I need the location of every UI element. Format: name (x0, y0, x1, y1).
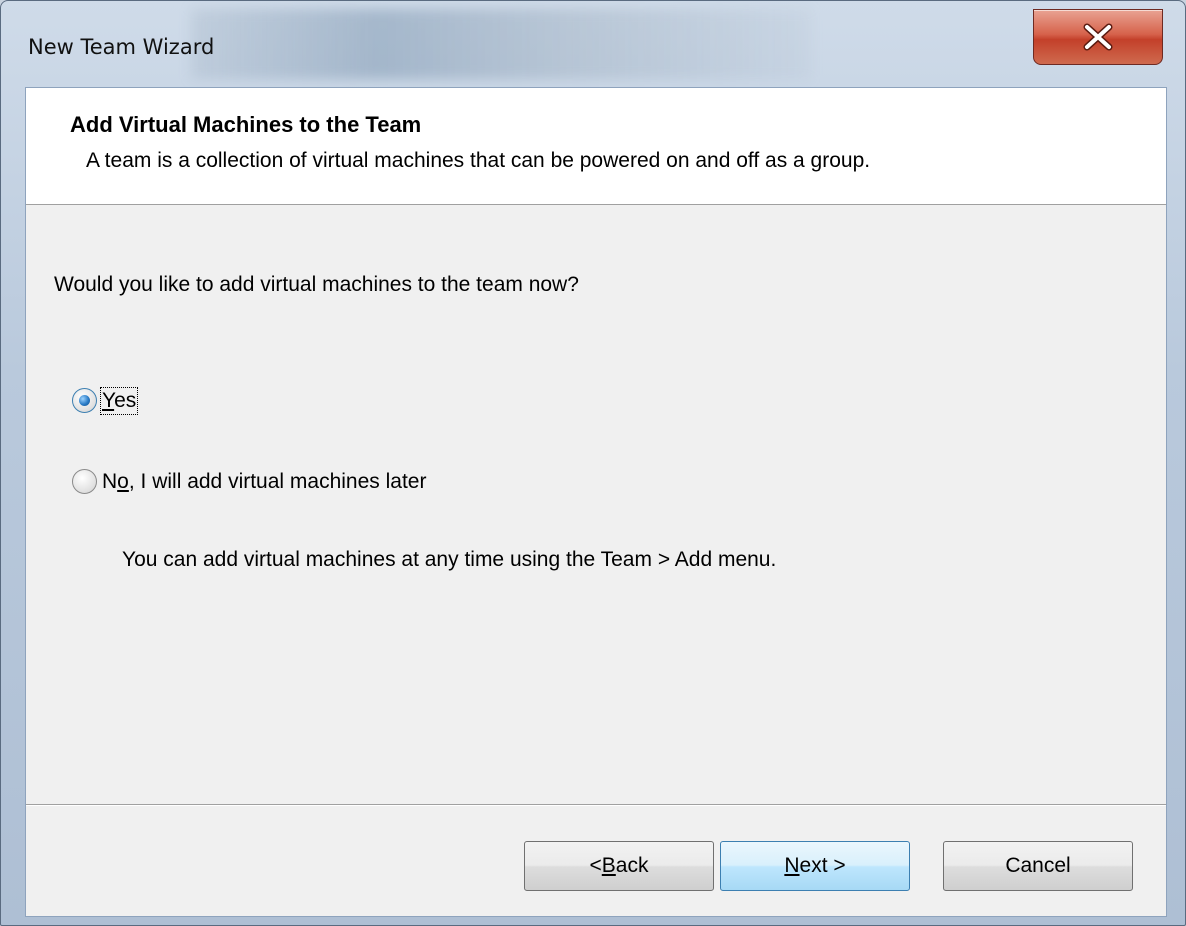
footer-divider (26, 804, 1166, 806)
wizard-header: Add Virtual Machines to the Team A team … (26, 88, 1166, 205)
cancel-button[interactable]: Cancel (943, 841, 1133, 891)
radio-unselected-icon[interactable] (72, 469, 97, 494)
close-button[interactable] (1033, 9, 1163, 65)
radio-no-label[interactable]: No, I will add virtual machines later (102, 470, 426, 494)
question-text: Would you like to add virtual machines t… (54, 273, 579, 296)
hint-text: You can add virtual machines at any time… (122, 548, 777, 571)
background-blur (191, 9, 811, 79)
page-title: Add Virtual Machines to the Team (70, 112, 422, 137)
radio-no[interactable]: No, I will add virtual machines later (72, 469, 426, 494)
page-description: A team is a collection of virtual machin… (86, 149, 871, 172)
radio-yes-label[interactable]: Yes (99, 386, 139, 415)
radio-selected-icon[interactable] (72, 388, 97, 413)
back-button[interactable]: < Back (524, 841, 714, 891)
close-x-icon (1083, 23, 1113, 51)
next-button[interactable]: Next > (720, 841, 910, 891)
wizard-window: New Team Wizard Add Virtual Machines to … (0, 0, 1186, 926)
wizard-client-area: Add Virtual Machines to the Team A team … (25, 87, 1167, 917)
radio-yes[interactable]: Yes (72, 386, 139, 415)
title-bar[interactable]: New Team Wizard (1, 1, 1185, 87)
window-title: New Team Wizard (28, 35, 215, 59)
